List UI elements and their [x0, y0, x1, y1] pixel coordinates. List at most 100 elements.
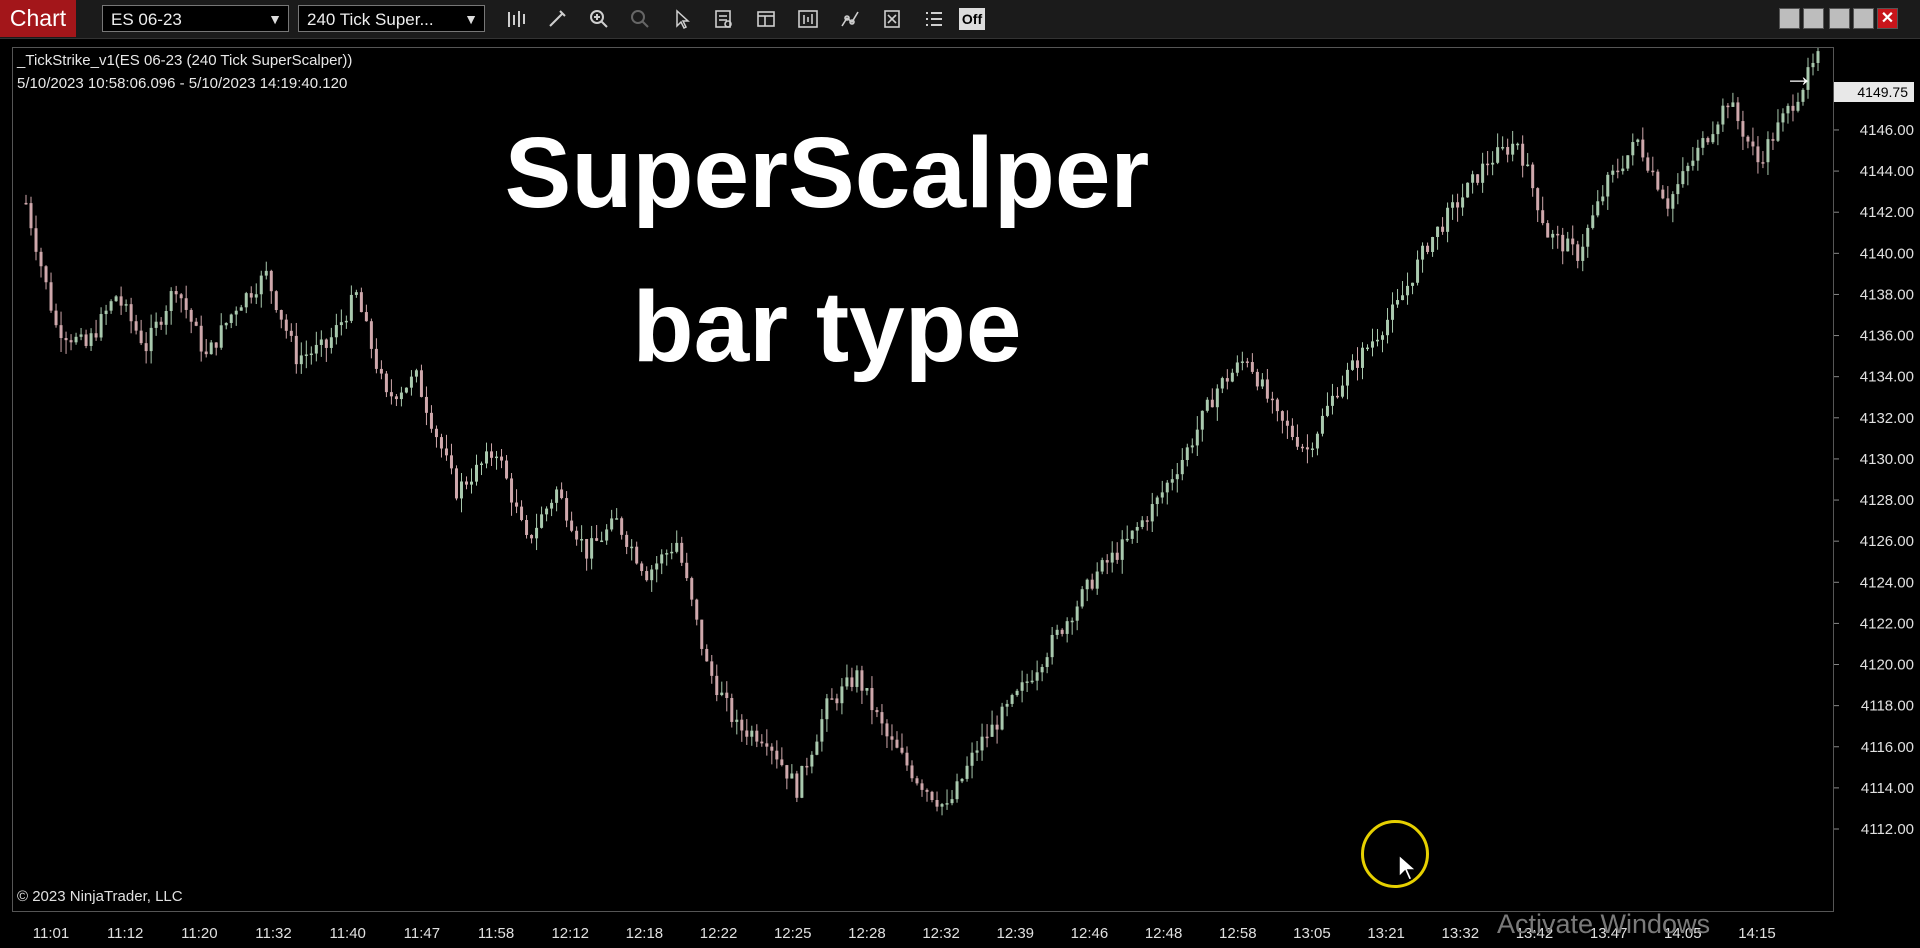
- candle-down: [780, 759, 784, 766]
- candle-up: [1215, 388, 1219, 408]
- indicators-icon[interactable]: [796, 7, 820, 31]
- window-tile-icon[interactable]: [1779, 8, 1800, 29]
- candle-up: [855, 670, 859, 687]
- candle-down: [765, 743, 769, 747]
- off-toggle[interactable]: Off: [959, 8, 985, 30]
- time-tick-label: 11:20: [181, 925, 217, 942]
- candle-down: [860, 670, 864, 691]
- candle-up: [334, 325, 338, 338]
- candle-down: [520, 506, 524, 521]
- time-tick-label: 11:12: [107, 925, 143, 942]
- candle-down: [1355, 360, 1359, 368]
- candle-up: [409, 376, 413, 388]
- price-axis[interactable]: 4112.00 4114.00 4116.00 4118.00 4120.00 4122.…: [1834, 47, 1920, 912]
- instrument-selector[interactable]: ES 06-23 ▼: [102, 5, 289, 32]
- strategies-icon[interactable]: [838, 7, 862, 31]
- candle-up: [1381, 335, 1385, 340]
- candle-up: [1020, 682, 1024, 691]
- time-tick-label: 12:25: [774, 925, 812, 942]
- candle-down: [565, 498, 569, 521]
- data-box-icon[interactable]: [712, 7, 736, 31]
- candle-down: [44, 266, 48, 283]
- candle-down: [324, 339, 328, 348]
- candle-up: [314, 344, 318, 354]
- app-label[interactable]: Chart: [0, 0, 76, 37]
- candle-up: [545, 508, 549, 515]
- candle-up: [149, 327, 153, 352]
- candle-down: [1105, 560, 1109, 563]
- close-button[interactable]: ✕: [1877, 8, 1898, 29]
- candle-down: [384, 373, 388, 393]
- candle-up: [810, 754, 814, 767]
- price-tick-label: 4138.00: [1860, 286, 1914, 303]
- candle-down: [680, 542, 684, 563]
- candle-down: [1426, 245, 1430, 252]
- candle-down: [595, 538, 599, 541]
- templates-icon[interactable]: [880, 7, 904, 31]
- candle-down: [875, 710, 879, 713]
- candle-up: [104, 310, 108, 315]
- zoom-in-icon[interactable]: [587, 7, 611, 31]
- arrow-right-icon[interactable]: →: [1784, 62, 1814, 92]
- candle-up: [1781, 113, 1785, 123]
- bar-type-selector[interactable]: 240 Tick Super... ▼: [298, 5, 485, 32]
- candle-down: [274, 291, 278, 311]
- zoom-out-icon[interactable]: [628, 7, 652, 31]
- properties-icon[interactable]: [754, 7, 778, 31]
- candle-down: [1661, 189, 1665, 199]
- candle-up: [329, 337, 333, 348]
- candle-up: [1701, 138, 1705, 148]
- candle-down: [560, 489, 564, 499]
- candle-down: [795, 773, 799, 798]
- candle-down: [685, 562, 689, 579]
- candle-up: [1230, 372, 1234, 382]
- candle-down: [1521, 143, 1525, 166]
- candle-down: [1751, 141, 1755, 147]
- candle-up: [1386, 319, 1390, 336]
- candle-down: [49, 282, 53, 311]
- candle-down: [510, 478, 514, 503]
- candle-up: [1180, 459, 1184, 475]
- time-tick-label: 13:05: [1293, 925, 1331, 942]
- candle-down: [1060, 629, 1064, 634]
- candle-down: [895, 739, 899, 748]
- minimize-button[interactable]: [1829, 8, 1850, 29]
- candle-up: [610, 518, 614, 530]
- price-tick-label: 4122.00: [1860, 615, 1914, 632]
- candle-down: [1706, 138, 1710, 143]
- candle-down: [199, 325, 203, 352]
- candle-down: [805, 765, 809, 768]
- price-tick-label: 4114.00: [1861, 780, 1914, 797]
- bar-style-icon[interactable]: [504, 7, 528, 31]
- candle-up: [1626, 155, 1630, 169]
- candle-up: [1035, 672, 1039, 681]
- candle-up: [1015, 690, 1019, 696]
- candle-up: [1165, 482, 1169, 493]
- candle-down: [119, 296, 123, 306]
- window-tile-icon[interactable]: [1803, 8, 1824, 29]
- candle-up: [124, 304, 128, 306]
- candle-up: [600, 540, 604, 543]
- drawing-tool-icon[interactable]: [545, 7, 569, 31]
- candle-down: [129, 304, 133, 322]
- pointer-icon[interactable]: [670, 7, 694, 31]
- time-tick-label: 12:46: [1071, 925, 1109, 942]
- candle-up: [1716, 124, 1720, 135]
- candle-down: [505, 460, 509, 479]
- candle-down: [1571, 238, 1575, 245]
- candle-up: [790, 773, 794, 779]
- candle-up: [319, 339, 323, 345]
- candle-up: [1401, 295, 1405, 301]
- candle-up: [1150, 504, 1154, 522]
- candle-up: [1040, 667, 1044, 673]
- restore-button[interactable]: [1853, 8, 1874, 29]
- candle-down: [905, 752, 909, 766]
- price-tick-label: 4120.00: [1860, 657, 1914, 674]
- chart-title: _TickStrike_v1(ES 06-23 (240 Tick SuperS…: [17, 52, 353, 69]
- copyright-notice: © 2023 NinjaTrader, LLC: [17, 888, 183, 905]
- candle-up: [229, 314, 233, 323]
- time-tick-label: 11:01: [33, 925, 69, 942]
- candle-up: [1205, 399, 1209, 411]
- candle-up: [1080, 589, 1084, 607]
- list-icon[interactable]: [922, 7, 946, 31]
